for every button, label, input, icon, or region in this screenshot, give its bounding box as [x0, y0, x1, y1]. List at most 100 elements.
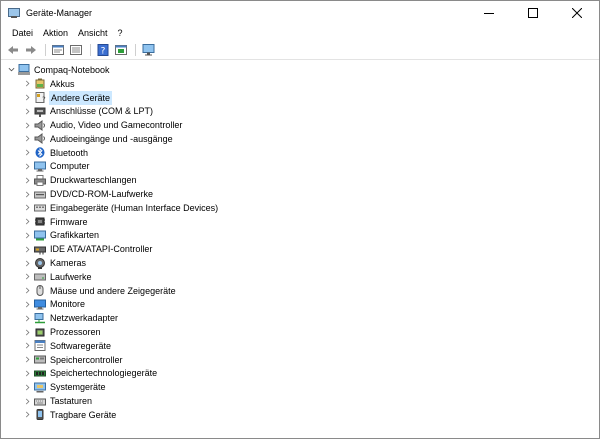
tree-node-label[interactable]: Eingabegeräte (Human Interface Devices) [49, 202, 219, 214]
tree-node-label[interactable]: Speichercontroller [49, 354, 124, 366]
tree-node-category[interactable]: Monitore [5, 298, 599, 312]
menu-datei[interactable]: Datei [7, 25, 38, 41]
device-tree[interactable]: Compaq-Notebook Akkus? Andere Geräte Anschl… [1, 63, 599, 438]
tree-node-label[interactable]: IDE ATA/ATAPI-Controller [49, 243, 153, 255]
forward-button[interactable] [23, 43, 39, 57]
tree-node-category[interactable]: DVD/CD-ROM-Laufwerke [5, 187, 599, 201]
expand-toggle[interactable] [21, 119, 33, 131]
hid-icon [34, 202, 46, 213]
scan-hardware-button[interactable] [140, 43, 156, 57]
tree-node-label[interactable]: Mäuse und andere Zeigegeräte [49, 285, 177, 297]
menu-help[interactable]: ? [113, 25, 128, 41]
back-button[interactable] [5, 43, 21, 57]
tree-node-category[interactable]: Grafikkarten [5, 229, 599, 243]
update-driver-button[interactable] [113, 43, 129, 57]
tree-node-label[interactable]: Audio, Video und Gamecontroller [49, 119, 183, 131]
expand-toggle[interactable] [21, 257, 33, 269]
tree-node-category[interactable]: Bluetooth [5, 146, 599, 160]
expand-toggle[interactable] [21, 174, 33, 186]
expand-toggle[interactable] [21, 285, 33, 297]
maximize-button[interactable] [511, 1, 555, 25]
collapse-toggle[interactable] [5, 64, 17, 76]
tree-node-category[interactable]: IDE ATA/ATAPI-Controller [5, 242, 599, 256]
tree-node-category[interactable]: Computer [5, 160, 599, 174]
tree-node-label[interactable]: Tragbare Geräte [49, 409, 117, 421]
minimize-button[interactable] [467, 1, 511, 25]
expand-toggle[interactable] [21, 381, 33, 393]
tree-node-label[interactable]: Tastaturen [49, 395, 93, 407]
tree-node-label[interactable]: Andere Geräte [49, 90, 113, 105]
expand-toggle[interactable] [21, 147, 33, 159]
tree-node-label[interactable]: Kameras [49, 257, 87, 269]
expand-toggle[interactable] [21, 312, 33, 324]
tree-node-label[interactable]: Netzwerkadapter [49, 312, 119, 324]
tree-node-category[interactable]: Softwaregeräte [5, 339, 599, 353]
tree-node-category[interactable]: Firmware [5, 215, 599, 229]
tree-node-category[interactable]: Systemgeräte [5, 380, 599, 394]
properties-button[interactable] [50, 43, 66, 57]
toolbar-separator [90, 44, 91, 56]
tree-node-label[interactable]: Druckwarteschlangen [49, 174, 138, 186]
tree-node-label[interactable]: Monitore [49, 298, 86, 310]
expand-toggle[interactable] [21, 229, 33, 241]
tree-node-category[interactable]: Prozessoren [5, 325, 599, 339]
expand-toggle[interactable] [21, 367, 33, 379]
tree-root-node[interactable]: Compaq-Notebook [5, 63, 599, 77]
expand-toggle[interactable] [21, 202, 33, 214]
tree-node-category[interactable]: Laufwerke [5, 270, 599, 284]
tree-node-category[interactable]: Speichercontroller [5, 353, 599, 367]
expand-toggle[interactable] [21, 354, 33, 366]
expand-toggle[interactable] [21, 298, 33, 310]
tree-node-category[interactable]: Speichertechnologiegeräte [5, 367, 599, 381]
tree-node-category[interactable]: Netzwerkadapter [5, 311, 599, 325]
tree-node-label[interactable]: Anschlüsse (COM & LPT) [49, 105, 154, 117]
tree-node-label[interactable]: Computer [49, 160, 91, 172]
tree-node-category[interactable]: Audio, Video und Gamecontroller [5, 118, 599, 132]
tree-node-label[interactable]: Akkus [49, 78, 76, 90]
list-view-button[interactable] [68, 43, 84, 57]
expand-toggle[interactable] [21, 271, 33, 283]
tree-node-label[interactable]: Laufwerke [49, 271, 93, 283]
expand-toggle[interactable] [21, 326, 33, 338]
tree-node-category[interactable]: ? Andere Geräte [5, 90, 599, 105]
expand-toggle[interactable] [21, 105, 33, 117]
unknown-device-icon: ? [34, 91, 46, 103]
tree-node-category[interactable]: Tastaturen [5, 394, 599, 408]
tree-node-category[interactable]: Audioeingänge und -ausgänge [5, 132, 599, 146]
expand-toggle[interactable] [21, 409, 33, 421]
tree-node-label[interactable]: Grafikkarten [49, 229, 100, 241]
expand-toggle[interactable] [21, 243, 33, 255]
tree-node-label[interactable]: Speichertechnologiegeräte [49, 367, 158, 379]
expand-toggle[interactable] [21, 216, 33, 228]
tree-node-label[interactable]: DVD/CD-ROM-Laufwerke [49, 188, 154, 200]
tree-node-label[interactable]: Firmware [49, 216, 89, 228]
tree-node-label[interactable]: Compaq-Notebook [33, 64, 111, 76]
tree-node-category[interactable]: Tragbare Geräte [5, 408, 599, 422]
tree-node-label[interactable]: Softwaregeräte [49, 340, 112, 352]
expand-toggle[interactable] [21, 78, 33, 90]
expand-toggle[interactable] [21, 133, 33, 145]
tree-node-category[interactable]: Kameras [5, 256, 599, 270]
tree-node-category[interactable]: Eingabegeräte (Human Interface Devices) [5, 201, 599, 215]
chevron-down-icon [8, 68, 14, 72]
device-manager-window: Geräte-Manager Datei Aktion Ansicht ? ? … [0, 0, 600, 439]
software-device-icon [34, 340, 46, 352]
tree-node-category[interactable]: Druckwarteschlangen [5, 173, 599, 187]
tree-node-category[interactable]: Akkus [5, 77, 599, 91]
tree-node-label[interactable]: Systemgeräte [49, 381, 107, 393]
help-button[interactable]: ? [95, 43, 111, 57]
menu-aktion[interactable]: Aktion [38, 25, 73, 41]
expand-toggle[interactable] [21, 160, 33, 172]
tree-node-category[interactable]: Mäuse und andere Zeigegeräte [5, 284, 599, 298]
tree-node-label[interactable]: Audioeingänge und -ausgänge [49, 133, 174, 145]
tree-node-label[interactable]: Prozessoren [49, 326, 102, 338]
expand-toggle[interactable] [21, 395, 33, 407]
menu-ansicht[interactable]: Ansicht [73, 25, 113, 41]
expand-toggle[interactable] [21, 188, 33, 200]
display-adapter-icon [34, 230, 46, 241]
close-button[interactable] [555, 1, 599, 25]
tree-node-category[interactable]: Anschlüsse (COM & LPT) [5, 104, 599, 118]
tree-node-label[interactable]: Bluetooth [49, 147, 89, 159]
expand-toggle[interactable] [21, 340, 33, 352]
expand-toggle[interactable] [21, 91, 33, 103]
